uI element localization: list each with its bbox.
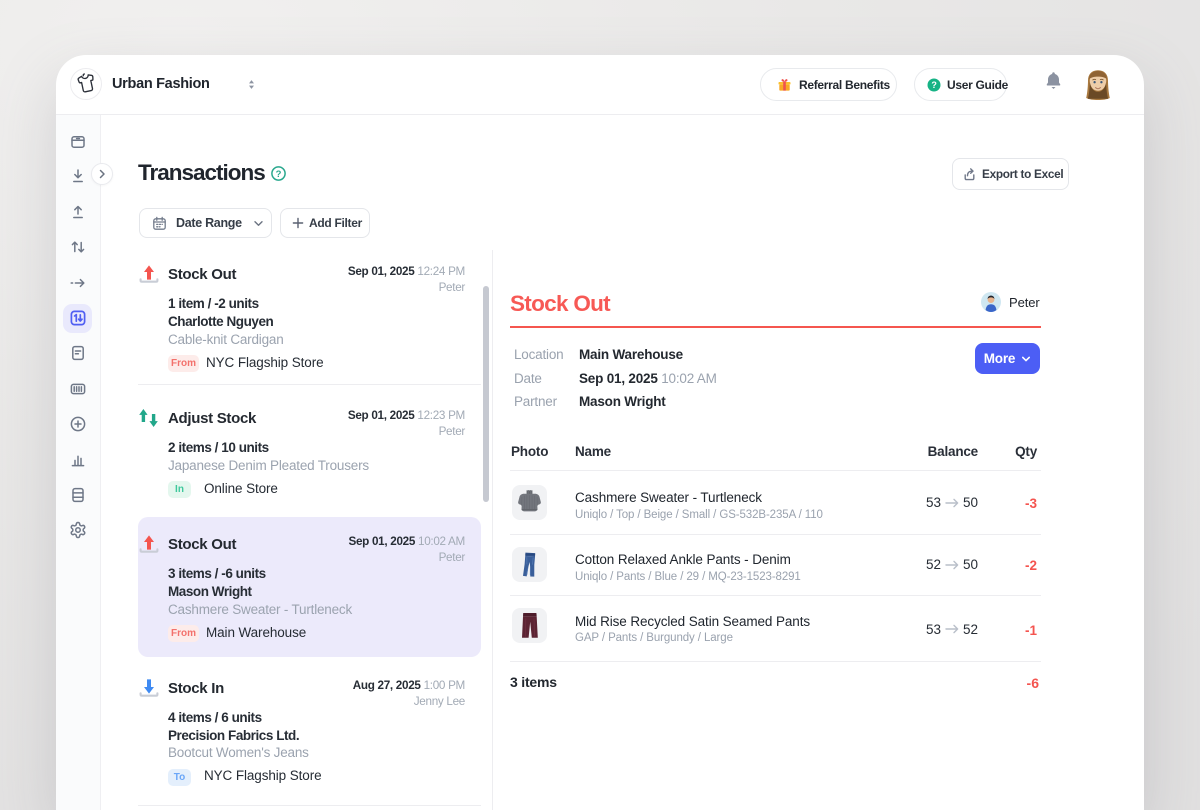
svg-text:?: ? [276, 169, 282, 180]
svg-text:?: ? [931, 80, 936, 90]
